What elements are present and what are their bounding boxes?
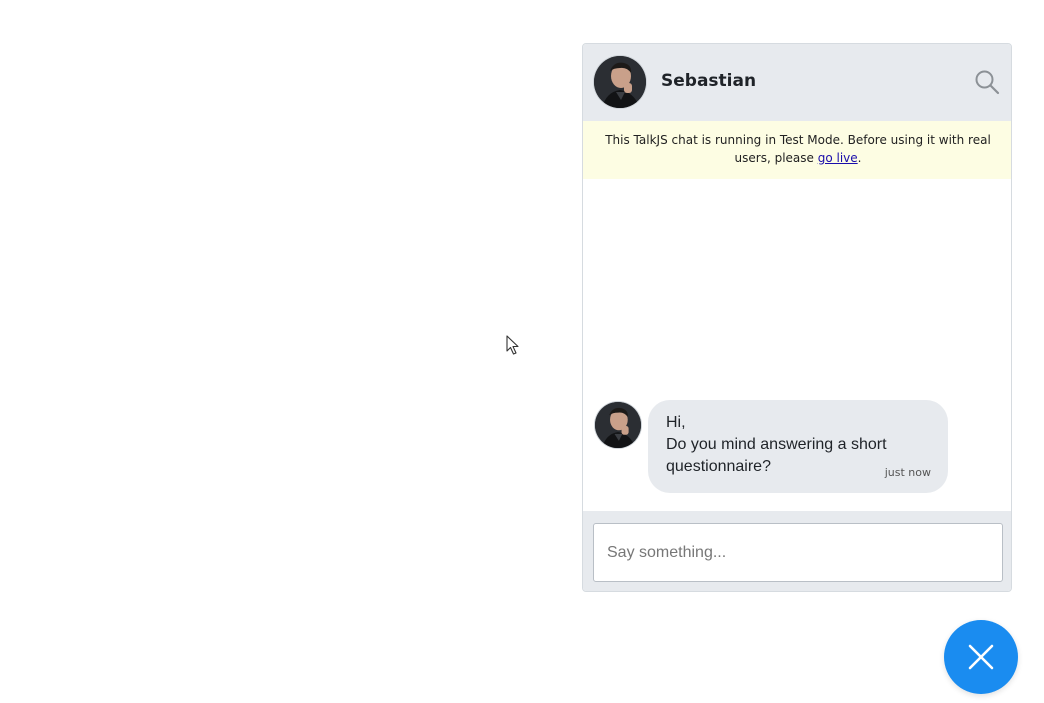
message-text-line: Do you mind answering a short bbox=[666, 436, 887, 453]
message-composer bbox=[583, 511, 1011, 591]
close-icon bbox=[968, 644, 994, 670]
message-timestamp: just now bbox=[884, 466, 931, 479]
message-row: Hi, Do you mind answering a short questi… bbox=[583, 400, 1011, 496]
search-icon[interactable] bbox=[974, 69, 1000, 95]
sender-avatar[interactable] bbox=[595, 402, 641, 448]
message-text-line: Hi, bbox=[666, 414, 686, 431]
test-mode-text: This TalkJS chat is running in Test Mode… bbox=[605, 133, 991, 165]
go-live-link[interactable]: go live bbox=[818, 151, 858, 165]
test-mode-text-end: . bbox=[857, 151, 862, 165]
chat-popup: Sebastian This TalkJS chat is running in… bbox=[582, 43, 1012, 592]
chat-launcher-button[interactable] bbox=[944, 620, 1018, 694]
chat-header: Sebastian bbox=[583, 44, 1011, 121]
message-input[interactable] bbox=[593, 523, 1003, 582]
page: Sebastian This TalkJS chat is running in… bbox=[0, 0, 1044, 703]
test-mode-banner: This TalkJS chat is running in Test Mode… bbox=[583, 121, 1011, 179]
mouse-cursor-icon bbox=[506, 335, 522, 357]
message-bubble[interactable]: Hi, Do you mind answering a short questi… bbox=[648, 400, 948, 493]
user-avatar[interactable] bbox=[594, 56, 646, 108]
conversation-title: Sebastian bbox=[661, 71, 757, 91]
